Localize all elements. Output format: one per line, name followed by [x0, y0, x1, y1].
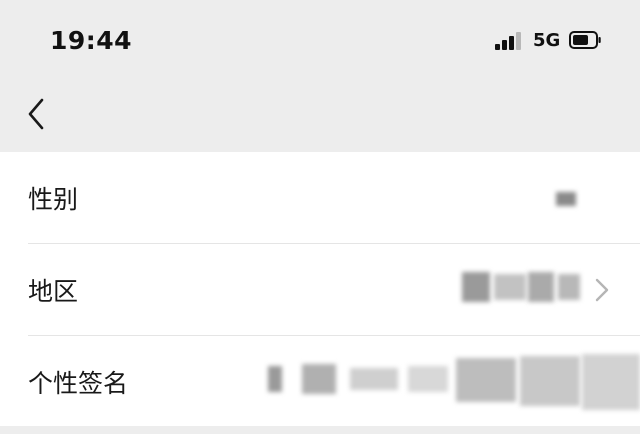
battery-icon [569, 31, 601, 49]
chevron-right-icon [595, 278, 609, 302]
gender-row[interactable]: 性别 [0, 152, 640, 244]
nav-bar [0, 82, 640, 152]
region-label: 地区 [28, 277, 79, 306]
signature-row[interactable]: 个性签名 [0, 336, 640, 428]
signature-label: 个性签名 [28, 369, 129, 398]
gender-value-redacted [556, 192, 576, 206]
network-type: 5G [533, 30, 561, 51]
chevron-left-icon [28, 98, 44, 130]
settings-list: 性别 地区 个性签名 [0, 152, 640, 426]
bottom-strip [0, 426, 640, 434]
gender-label: 性别 [28, 185, 79, 214]
region-row[interactable]: 地区 [0, 244, 640, 336]
back-button[interactable] [22, 96, 52, 132]
status-time: 19:44 [50, 26, 133, 55]
cellular-signal-icon [495, 32, 525, 50]
status-bar: 19:44 5G [0, 0, 640, 82]
